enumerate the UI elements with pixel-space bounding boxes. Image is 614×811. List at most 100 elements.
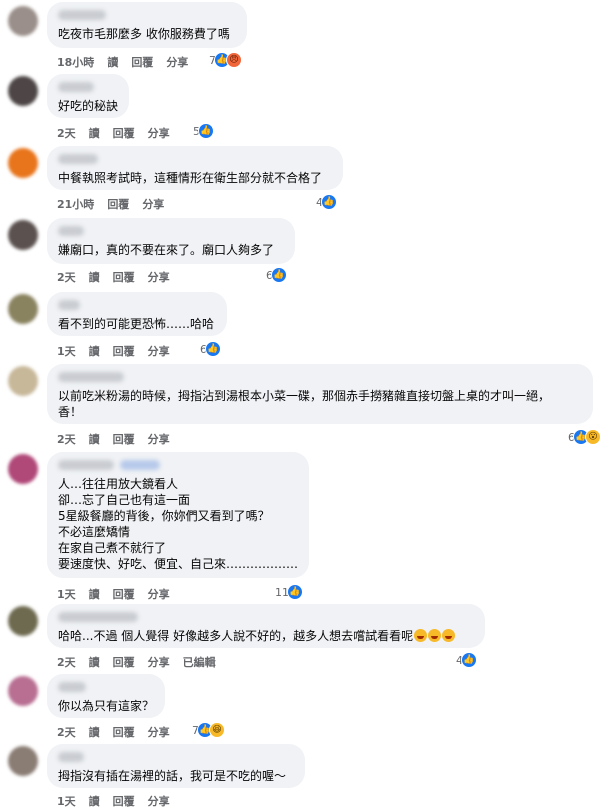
reply-button[interactable]: 回覆 (113, 724, 135, 740)
comment-actions: 1天 讀 回覆 分享 (57, 586, 170, 602)
read-label: 讀 (88, 345, 100, 358)
reaction-summary[interactable]: 11 👍 (275, 584, 303, 600)
share-button[interactable]: 分享 (148, 654, 170, 670)
reaction-summary[interactable]: 5 👍 (193, 123, 214, 139)
comment-actions: 2天 讀 回覆 分享 (57, 724, 170, 740)
reply-button[interactable]: 回覆 (113, 269, 135, 285)
reply-button[interactable]: 回覆 (113, 586, 135, 602)
comment-actions: 18小時 讀 回覆 分享 (57, 54, 188, 70)
comment-text: 嫌廟口，真的不要在來了。廟口人夠多了 (58, 243, 275, 257)
share-button[interactable]: 分享 (148, 269, 170, 285)
share-button[interactable]: 分享 (148, 343, 170, 359)
author-name-blurred[interactable] (58, 226, 84, 236)
author-name-blurred[interactable] (58, 372, 124, 382)
author-name-blurred[interactable] (58, 154, 98, 164)
like-icon: 👍 (461, 652, 477, 668)
read-label: 讀 (88, 726, 100, 739)
read-label: 讀 (88, 433, 100, 446)
comment-bubble: 好吃的秘訣 (47, 74, 129, 118)
comment-time[interactable]: 1天 (57, 586, 76, 602)
comment-time[interactable]: 1天 (57, 793, 76, 809)
read-label: 讀 (88, 795, 100, 808)
like-icon: 👍 (287, 584, 303, 600)
reply-button[interactable]: 回覆 (113, 125, 135, 141)
comment-time[interactable]: 1天 (57, 343, 76, 359)
avatar[interactable] (8, 148, 38, 178)
angry-icon: 😠 (226, 52, 242, 68)
author-name-blurred[interactable] (58, 612, 138, 622)
comment-actions: 21小時 回覆 分享 (57, 196, 164, 212)
avatar[interactable] (8, 746, 38, 776)
share-button[interactable]: 分享 (148, 793, 170, 809)
comment-bubble: 哈哈...不過 個人覺得 好像越多人說不好的，越多人想去嚐試看看呢 (47, 604, 485, 648)
comment-bubble: 嫌廟口，真的不要在來了。廟口人夠多了 (47, 218, 295, 264)
author-badge-blurred (120, 460, 160, 470)
read-label: 讀 (88, 127, 100, 140)
comment-time[interactable]: 2天 (57, 724, 76, 740)
share-button[interactable]: 分享 (142, 196, 164, 212)
laughing-emoji-icon (442, 629, 456, 642)
share-button[interactable]: 分享 (166, 54, 188, 70)
avatar[interactable] (8, 76, 38, 106)
avatar[interactable] (8, 6, 38, 36)
comment-time[interactable]: 2天 (57, 269, 76, 285)
comment-bubble: 看不到的可能更恐怖……哈哈 (47, 292, 227, 336)
avatar[interactable] (8, 676, 38, 706)
author-name-blurred[interactable] (58, 300, 80, 310)
comment-time[interactable]: 2天 (57, 431, 76, 447)
reaction-summary[interactable]: 6 👍 😮 (568, 429, 601, 445)
avatar[interactable] (8, 220, 38, 250)
comment-text: 你以為只有這家？ (58, 699, 155, 713)
author-name-blurred[interactable] (58, 460, 114, 470)
comment-actions: 2天 讀 回覆 分享 (57, 125, 170, 141)
reaction-summary[interactable]: 6 👍 (200, 341, 221, 357)
edited-label[interactable]: 已編輯 (183, 654, 216, 670)
share-button[interactable]: 分享 (148, 431, 170, 447)
comment-time[interactable]: 21小時 (57, 196, 94, 212)
read-label: 讀 (88, 271, 100, 284)
avatar[interactable] (8, 294, 38, 324)
reaction-summary[interactable]: 4 👍 (456, 652, 477, 668)
reply-button[interactable]: 回覆 (113, 343, 135, 359)
comment-text: 好吃的秘訣 (58, 99, 119, 113)
comment-text: 看不到的可能更恐怖……哈哈 (58, 317, 215, 331)
comment-time[interactable]: 2天 (57, 125, 76, 141)
comment-actions: 2天 讀 回覆 分享 已編輯 (57, 654, 216, 670)
laughing-emoji-icon (428, 629, 442, 642)
comment-actions: 1天 讀 回覆 分享 (57, 793, 170, 809)
reply-button[interactable]: 回覆 (113, 431, 135, 447)
share-button[interactable]: 分享 (148, 586, 170, 602)
share-button[interactable]: 分享 (148, 724, 170, 740)
like-icon: 👍 (198, 123, 214, 139)
comment-bubble: 中餐執照考試時，這種情形在衛生部分就不合格了 (47, 146, 343, 190)
avatar[interactable] (8, 454, 38, 484)
comment-bubble: 你以為只有這家？ (47, 674, 165, 718)
comment-text: 人…往往用放大鏡看人 卻…忘了自己也有這一面 5星級餐廳的背後，你妳們又看到了嗎… (58, 477, 299, 571)
reaction-summary[interactable]: 7 👍 😆 (192, 722, 225, 738)
laughing-emoji-icon (414, 629, 428, 642)
avatar[interactable] (8, 366, 38, 396)
reply-button[interactable]: 回覆 (113, 793, 135, 809)
comment-text: 拇指沒有插在湯裡的話，我可是不吃的喔～ (58, 769, 287, 783)
read-label: 讀 (88, 588, 100, 601)
comment-time[interactable]: 18小時 (57, 54, 94, 70)
comment-text: 哈哈...不過 個人覺得 好像越多人說不好的，越多人想去嚐試看看呢 (58, 628, 474, 644)
author-name-blurred[interactable] (58, 82, 94, 92)
reaction-summary[interactable]: 4 👍 (316, 194, 337, 210)
reply-button[interactable]: 回覆 (107, 196, 129, 212)
share-button[interactable]: 分享 (148, 125, 170, 141)
author-name-blurred[interactable] (58, 752, 84, 762)
comment-bubble: 拇指沒有插在湯裡的話，我可是不吃的喔～ (47, 744, 305, 788)
author-name-blurred[interactable] (58, 682, 86, 692)
author-name-blurred[interactable] (58, 10, 106, 20)
comment-text: 以前吃米粉湯的時候，拇指沾到湯根本小菜一碟，那個赤手撈豬雜直接切盤上桌的才叫一絕… (58, 389, 551, 419)
comment-actions: 1天 讀 回覆 分享 (57, 343, 170, 359)
comment-time[interactable]: 2天 (57, 654, 76, 670)
reply-button[interactable]: 回覆 (113, 654, 135, 670)
avatar[interactable] (8, 606, 38, 636)
comment-text: 吃夜市毛那麼多 收你服務費了嗎 (58, 27, 230, 41)
wow-icon: 😮 (585, 429, 601, 445)
reaction-summary[interactable]: 6 👍 (266, 267, 287, 283)
reply-button[interactable]: 回覆 (131, 54, 153, 70)
reaction-summary[interactable]: 7 👍 😠 (209, 52, 242, 68)
